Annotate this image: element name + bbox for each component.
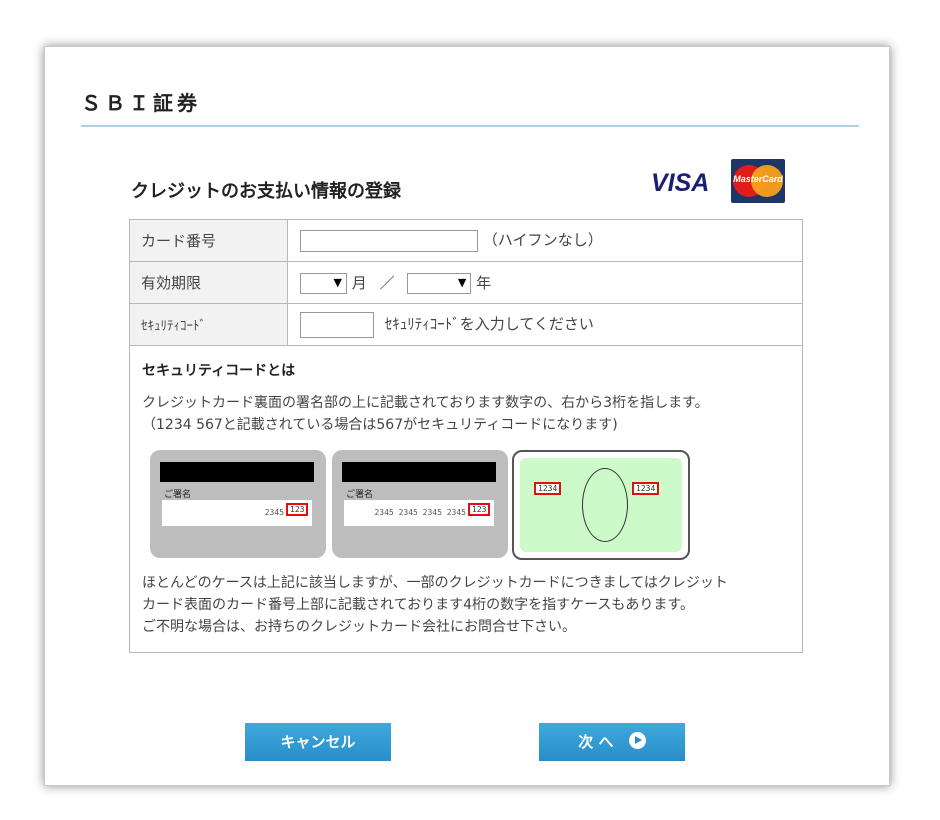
circle-arrow-right-icon <box>628 732 646 749</box>
security-code-highlight: 1234 <box>534 482 562 495</box>
security-code-highlight: 123 <box>286 503 309 516</box>
expiry-label: 有効期限 <box>129 261 288 304</box>
security-code-hint: ｾｷｭﾘﾃｨｺｰﾄﾞを入力してください <box>384 315 594 333</box>
security-info-text-5: ご不明な場合は、お持ちのクレジットカード会社にお問合せ下さい。 <box>142 619 576 635</box>
card-number-hint: （ハイフンなし） <box>482 231 603 250</box>
visa-logo: VISA <box>651 169 710 197</box>
security-code-input[interactable] <box>300 311 374 338</box>
security-info-text-2: （1234 567と記載されている場合は567がセキュリティコードになります) <box>142 417 618 433</box>
mastercard-logo: MasterCard <box>731 159 785 203</box>
security-info-title: セキュリティコードとは <box>142 363 296 379</box>
security-code-row: ｾｷｭﾘﾃｨｺｰﾄﾞ ｾｷｭﾘﾃｨｺｰﾄﾞを入力してください <box>129 303 803 346</box>
security-code-label: ｾｷｭﾘﾃｨｺｰﾄﾞ <box>129 303 288 346</box>
security-info-row: セキュリティコードとは クレジットカード裏面の署名部の上に記載されております数字… <box>129 345 803 653</box>
brand-divider <box>81 125 859 127</box>
card-back-example-2: ご署名 2345 2345 2345 2345 123 <box>332 450 508 558</box>
card-number-label: カード番号 <box>129 219 288 262</box>
expiry-year-select[interactable]: ▼ <box>407 272 472 294</box>
next-button[interactable]: 次 へ <box>539 723 685 761</box>
card-form: カード番号 （ハイフンなし） 有効期限 ▼ 月 ／ ▼ 年 ｾｷｭﾘﾃｨｺｰﾄﾞ… <box>129 219 803 653</box>
security-info-text-4: カード表面のカード番号上部に記載されております4桁の数字を指すケースもあります。 <box>142 597 694 613</box>
security-code-highlight: 1234 <box>632 482 660 495</box>
cancel-button[interactable]: キャンセル <box>245 723 391 761</box>
card-back-example-1: ご署名 2345 123 <box>150 450 326 558</box>
brand-name: ＳＢＩ証券 <box>81 91 201 115</box>
security-code-highlight: 123 <box>468 503 491 516</box>
security-info-text-1: クレジットカード裏面の署名部の上に記載されております数字の、右から3桁を指します… <box>142 395 709 411</box>
year-unit: 年 <box>476 273 492 292</box>
card-number-input[interactable] <box>300 229 478 252</box>
security-info-text-3: ほとんどのケースは上記に該当しますが、一部のクレジットカードにつきましてはクレジ… <box>142 575 728 591</box>
card-number-row: カード番号 （ハイフンなし） <box>129 219 803 262</box>
card-front-example: 1234 1234 <box>512 450 690 560</box>
expiry-month-select[interactable]: ▼ <box>300 272 347 294</box>
chevron-down-icon: ▼ <box>457 275 467 289</box>
action-buttons: キャンセル 次 へ <box>45 723 889 763</box>
card-examples: ご署名 2345 123 ご署名 2345 2345 2345 2345 123 <box>142 450 790 560</box>
page-title: クレジットのお支払い情報の登録 <box>131 181 401 202</box>
chevron-down-icon: ▼ <box>333 275 342 289</box>
month-unit: 月 <box>351 273 367 292</box>
expiry-row: 有効期限 ▼ 月 ／ ▼ 年 <box>129 261 803 304</box>
expiry-separator: ／ <box>379 273 395 292</box>
payment-dialog: ＳＢＩ証券 クレジットのお支払い情報の登録 VISA MasterCard カー… <box>44 46 890 786</box>
